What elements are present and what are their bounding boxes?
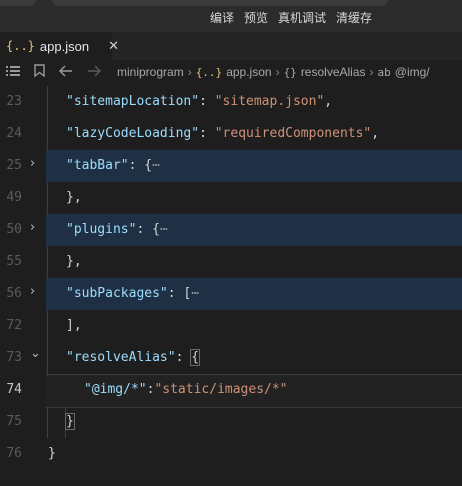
json-key: "@img/*" <box>84 382 147 397</box>
preview-button[interactable]: 预览 <box>244 9 268 26</box>
matched-bracket: { <box>190 349 201 366</box>
back-arrow-icon[interactable] <box>58 64 73 80</box>
code-line[interactable]: 55 }, <box>0 246 462 278</box>
line-number: 73 <box>6 350 22 365</box>
chevron-right-icon: › <box>275 65 280 79</box>
code-line[interactable]: 75 } <box>0 406 462 438</box>
object-icon: {} <box>283 65 297 79</box>
folded-ellipsis[interactable]: ⋯ <box>160 222 168 237</box>
line-number: 72 <box>6 318 22 333</box>
toolbar-pill-mid[interactable] <box>52 0 388 6</box>
code-line-current[interactable]: 74 "@img/*":"static/images/*" <box>0 374 462 408</box>
string-icon: ab <box>377 65 391 79</box>
forward-arrow-icon[interactable] <box>87 64 102 80</box>
code-line[interactable]: 76 } <box>0 438 462 470</box>
toolbar-pill-left[interactable] <box>0 0 36 6</box>
bookmark-icon[interactable] <box>34 64 45 80</box>
line-number: 25 <box>6 158 22 173</box>
code-line[interactable]: 73 ⌄ "resolveAlias": { <box>0 342 462 374</box>
code-line[interactable]: 49 }, <box>0 182 462 214</box>
json-string: "static/images/*" <box>154 382 288 397</box>
compile-button[interactable]: 编译 <box>210 9 234 26</box>
folded-ellipsis[interactable]: ⋯ <box>152 158 160 173</box>
code-line-folded[interactable]: 56 › "subPackages": [⋯ <box>0 278 462 310</box>
breadcrumb-item-img[interactable]: @img/ <box>395 65 430 79</box>
toolbar-actions: 编译 预览 真机调试 清缓存 <box>210 9 384 26</box>
matched-bracket: } <box>65 413 75 430</box>
folded-ellipsis[interactable]: ⋯ <box>191 286 199 301</box>
chevron-down-icon[interactable]: ⌄ <box>30 346 41 361</box>
breadcrumb-item-app-json[interactable]: app.json <box>226 65 271 79</box>
chevron-right-icon[interactable]: › <box>30 284 35 299</box>
code-line[interactable]: 72 ], <box>0 310 462 342</box>
json-key: "plugins" <box>66 222 137 237</box>
chevron-right-icon: › <box>369 65 374 79</box>
json-file-icon: {..} <box>195 65 223 79</box>
chevron-right-icon[interactable]: › <box>30 220 35 235</box>
breadcrumb: miniprogram › {..} app.json › {} resolve… <box>0 60 462 84</box>
breadcrumb-item-resolve-alias[interactable]: resolveAlias <box>301 65 366 79</box>
clear-cache-button[interactable]: 清缓存 <box>336 9 372 26</box>
code-line[interactable]: 24 "lazyCodeLoading": "requiredComponent… <box>0 118 462 150</box>
tab-label: app.json <box>39 38 90 54</box>
breadcrumb-item-miniprogram[interactable]: miniprogram <box>117 65 184 79</box>
chevron-right-icon: › <box>187 65 192 79</box>
code-line[interactable]: 23 "sitemapLocation": "sitemap.json", <box>0 86 462 118</box>
line-number: 75 <box>6 414 22 429</box>
json-key: "subPackages" <box>66 286 168 301</box>
line-number: 24 <box>6 126 22 141</box>
top-toolbar: 编译 预览 真机调试 清缓存 <box>0 0 462 32</box>
json-key: "resolveAlias" <box>66 350 176 365</box>
line-number: 76 <box>6 446 22 461</box>
line-number: 50 <box>6 222 22 237</box>
json-string: "sitemap.json" <box>214 94 325 109</box>
json-string: "requiredComponents" <box>214 126 372 141</box>
json-file-icon: {..} <box>6 39 35 53</box>
json-key: "lazyCodeLoading" <box>66 126 200 141</box>
line-number: 55 <box>6 254 22 269</box>
real-device-debug-button[interactable]: 真机调试 <box>278 9 326 26</box>
editor-tabbar: {..} app.json ✕ <box>0 32 462 60</box>
code-line-folded[interactable]: 50 › "plugins": {⋯ <box>0 214 462 246</box>
tab-app-json[interactable]: {..} app.json ✕ <box>0 32 119 60</box>
line-number: 56 <box>6 286 22 301</box>
json-key: "sitemapLocation" <box>66 94 200 109</box>
line-number: 74 <box>6 382 22 397</box>
close-icon[interactable]: ✕ <box>108 38 119 54</box>
line-number: 49 <box>6 190 22 205</box>
chevron-right-icon[interactable]: › <box>30 156 35 171</box>
code-editor[interactable]: 23 "sitemapLocation": "sitemap.json", 24… <box>0 86 462 486</box>
list-icon[interactable] <box>6 65 20 80</box>
line-number: 23 <box>6 94 22 109</box>
json-key: "tabBar" <box>66 158 129 173</box>
code-line-folded[interactable]: 25 › "tabBar": {⋯ <box>0 150 462 182</box>
